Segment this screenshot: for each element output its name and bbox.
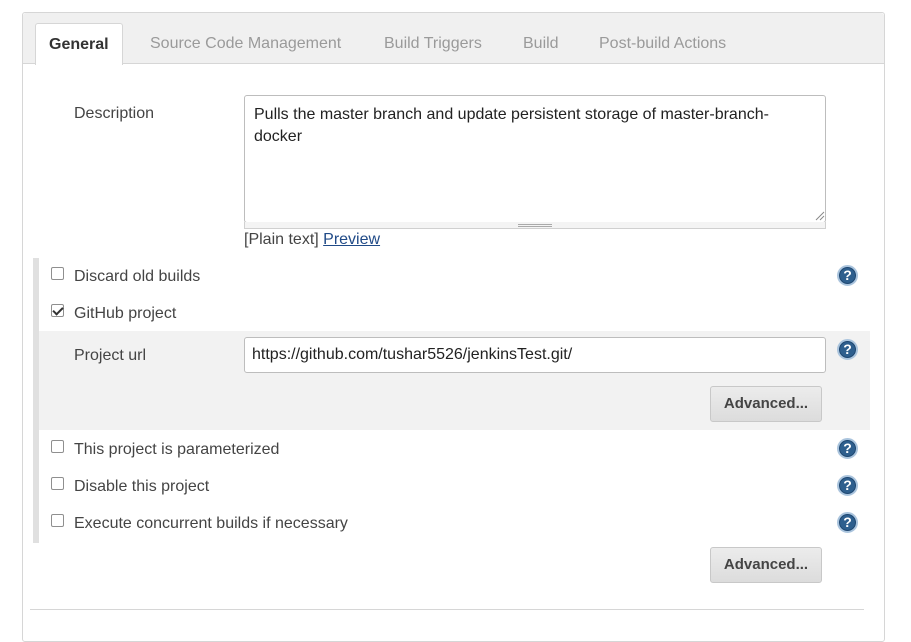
general-advanced-button[interactable]: Advanced... [710,547,822,583]
discard-old-builds-checkbox[interactable] [51,267,64,280]
parameterized-label: This project is parameterized [74,441,280,458]
help-icon[interactable]: ? [837,475,858,496]
parameterized-checkbox[interactable] [51,440,64,453]
tab-source-code-management[interactable]: Source Code Management [150,23,341,65]
discard-old-builds-label: Discard old builds [74,268,201,285]
help-icon[interactable]: ? [837,265,858,286]
github-project-label: GitHub project [74,305,177,322]
grip-icon [518,224,552,227]
textarea-expand-grip[interactable] [244,222,826,229]
concurrent-builds-checkbox[interactable] [51,514,64,527]
help-icon[interactable]: ? [837,438,858,459]
config-tab-bar: General Source Code Management Build Tri… [23,13,884,65]
tab-post-build-actions[interactable]: Post-build Actions [599,23,726,65]
help-icon[interactable]: ? [837,339,858,360]
section-divider [30,609,864,610]
job-config-panel: General Source Code Management Build Tri… [22,12,885,642]
description-textarea[interactable]: Pulls the master branch and update persi… [244,95,826,223]
project-url-input[interactable] [244,337,826,373]
resize-handle-icon[interactable] [813,209,825,221]
github-project-checkbox[interactable] [51,304,64,317]
description-format-row: [Plain text] Preview [244,231,380,249]
disable-project-checkbox[interactable] [51,477,64,490]
preview-link[interactable]: Preview [323,231,380,248]
plain-text-label: [Plain text] [244,231,319,248]
concurrent-builds-label: Execute concurrent builds if necessary [74,515,348,532]
tab-build[interactable]: Build [523,23,559,65]
disable-project-label: Disable this project [74,478,210,495]
description-label: Description [74,105,155,122]
github-advanced-button[interactable]: Advanced... [710,386,822,422]
tab-build-triggers[interactable]: Build Triggers [384,23,482,65]
project-url-label: Project url [74,347,147,364]
help-icon[interactable]: ? [837,512,858,533]
tab-general[interactable]: General [35,23,123,65]
